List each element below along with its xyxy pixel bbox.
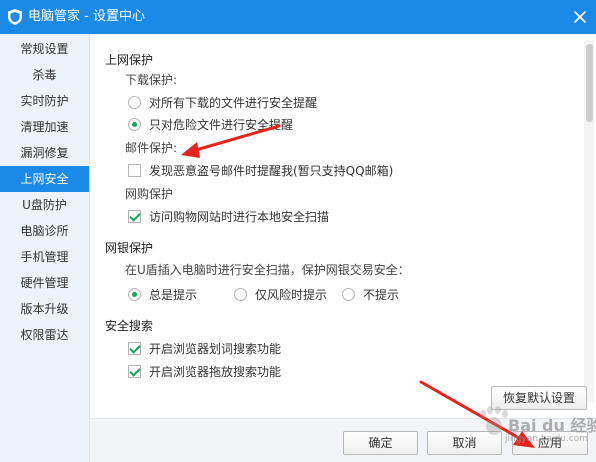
radio-control[interactable] [128, 118, 141, 131]
cancel-button[interactable]: 取消 [427, 431, 502, 455]
section-title-bank-protection: 网银保护 [105, 241, 154, 255]
title-bar: 电脑管家 - 设置中心 [0, 0, 596, 34]
restore-defaults-button[interactable]: 恢复默认设置 [491, 386, 587, 410]
section-title-safe-search: 安全搜索 [105, 319, 154, 333]
bank-protection-description: 在U盾插入电脑时进行安全扫描，保护网银交易安全： [125, 263, 410, 277]
sidebar-item-phone-manager[interactable]: 手机管理 [0, 244, 89, 270]
subsection-title-download: 下载保护: [125, 73, 178, 87]
window-title: 电脑管家 - 设置中心 [28, 9, 145, 24]
subsection-title-mail: 邮件保护: [125, 141, 178, 155]
radio-label: 对所有下载的文件进行安全提醒 [149, 96, 318, 110]
watermark-subtext: jingyan.baidu.com [505, 434, 589, 444]
sidebar-item-vulnerability-fix[interactable]: 漏洞修复 [0, 140, 89, 166]
sidebar-item-hardware[interactable]: 硬件管理 [0, 270, 89, 296]
checkbox-label: 开启浏览器拖放搜索功能 [149, 365, 282, 379]
checkbox-control[interactable] [128, 342, 141, 355]
radio-control[interactable] [128, 288, 141, 301]
radio-control[interactable] [342, 288, 355, 301]
checkbox-control[interactable] [128, 365, 141, 378]
radio-label: 不提示 [363, 288, 400, 302]
watermark-text: Bai du 经验 [508, 416, 596, 435]
scrollbar-thumb[interactable] [586, 44, 593, 122]
radio-label: 总是提示 [149, 288, 198, 302]
sidebar-item-usb-protection[interactable]: U盘防护 [0, 192, 89, 218]
sidebar-item-general[interactable]: 常规设置 [0, 36, 89, 62]
radio-label: 只对危险文件进行安全提醒 [149, 118, 294, 132]
sidebar-item-upgrade[interactable]: 版本升级 [0, 296, 89, 322]
sidebar-item-realtime-protection[interactable]: 实时防护 [0, 88, 89, 114]
sidebar-item-permission-radar[interactable]: 权限雷达 [0, 322, 89, 348]
ok-button[interactable]: 确定 [343, 431, 418, 455]
sidebar-item-pc-clinic[interactable]: 电脑诊所 [0, 218, 89, 244]
subsection-title-shopping: 网购保护 [125, 187, 174, 201]
radio-control[interactable] [128, 96, 141, 109]
sidebar-item-web-security[interactable]: 上网安全 [0, 166, 89, 192]
checkbox-label: 发现恶意盗号邮件时提醒我(暂只支持QQ邮箱) [149, 164, 394, 178]
checkbox-control[interactable] [128, 164, 141, 177]
section-title-web-protection: 上网保护 [105, 53, 154, 67]
radio-control[interactable] [234, 288, 247, 301]
checkbox-label: 开启浏览器划词搜索功能 [149, 342, 282, 356]
radio-label: 仅风险时提示 [255, 288, 328, 302]
checkbox-control[interactable] [128, 210, 141, 223]
settings-panel [90, 34, 596, 418]
shield-logo-icon [8, 9, 22, 25]
checkbox-label: 访问购物网站时进行本地安全扫描 [149, 210, 330, 224]
sidebar-item-cleanup[interactable]: 清理加速 [0, 114, 89, 140]
sidebar-item-antivirus[interactable]: 杀毒 [0, 62, 89, 88]
close-icon[interactable] [571, 8, 589, 26]
